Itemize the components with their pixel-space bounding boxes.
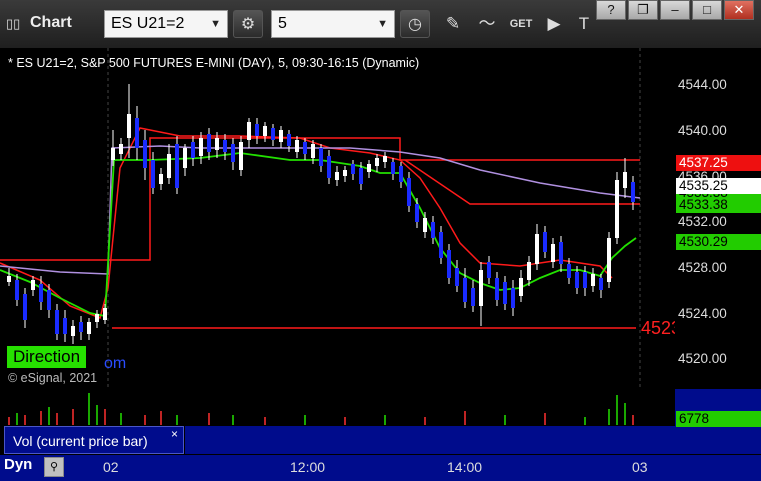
close-button[interactable]: ✕ (724, 0, 754, 20)
chevron-down-icon[interactable]: ▼ (377, 11, 388, 37)
time-label: 12:00 (290, 459, 326, 475)
time-label: 14:00 (447, 459, 483, 475)
copyright-text: © eSignal, 2021 (8, 371, 98, 385)
help-button[interactable]: ? (596, 0, 626, 20)
price-tick: 4544.00 (678, 77, 727, 92)
play-icon[interactable]: ▶ (539, 10, 569, 38)
volume-pane[interactable] (0, 389, 675, 425)
price-tick: 4528.00 (678, 260, 727, 275)
red-step-line-2 (404, 159, 640, 205)
study-icon[interactable]: 〜 (472, 10, 502, 38)
gear-icon[interactable]: ⚙ (233, 10, 263, 38)
chart-header: * ES U21=2, S&P 500 FUTURES E-MINI (DAY)… (8, 56, 420, 70)
direction-url[interactable]: om (104, 355, 126, 373)
price-tick: 4540.00 (678, 123, 727, 138)
restore-button[interactable]: ❐ (628, 0, 658, 20)
interval-combo[interactable]: 5 ▼ (271, 10, 395, 38)
window-title: Chart (30, 14, 72, 31)
interval-value[interactable]: 5 (278, 15, 287, 32)
chart-app-icon: ▯▯ (6, 16, 21, 31)
volume-pane-footer (185, 426, 675, 454)
symbol-value[interactable]: ES U21=2 (111, 15, 184, 32)
volume-close-icon[interactable]: × (171, 427, 178, 441)
lock-icon[interactable]: ⚲ (44, 457, 64, 477)
window-controls: ? ❐ – □ ✕ (596, 0, 756, 22)
candles (7, 84, 635, 344)
symbol-combo[interactable]: ES U21=2 ▼ (104, 10, 228, 38)
minimize-button[interactable]: – (660, 0, 690, 20)
volume-bars (8, 393, 634, 425)
dyn-tab[interactable]: Dyn (4, 456, 32, 473)
time-label: 03 (632, 459, 648, 475)
volume-legend[interactable]: Vol (current price bar) (4, 426, 184, 454)
maximize-button[interactable]: □ (692, 0, 722, 20)
price-tick: 4520.00 (678, 351, 727, 366)
direction-badge: Direction (7, 346, 87, 368)
price-tag-red: 4537.25 (676, 155, 761, 171)
clock-icon[interactable]: ◷ (400, 10, 430, 38)
chart-svg (0, 48, 641, 388)
price-tag-current: 4535.25 (676, 178, 761, 194)
price-tag-green: 4533.38 (676, 197, 761, 213)
volume-tag: 6778 (676, 411, 761, 427)
time-label: 02 (103, 459, 119, 475)
get-icon[interactable]: GET (506, 10, 536, 38)
green-ma-line (0, 152, 637, 318)
price-chart[interactable] (0, 48, 675, 388)
price-tick: 4532.00 (678, 214, 727, 229)
chevron-down-icon[interactable]: ▼ (210, 11, 221, 37)
price-tag-green-2: 4530.29 (676, 234, 761, 250)
text-icon[interactable]: T (569, 10, 599, 38)
pencil-icon[interactable]: ✎ (438, 10, 468, 38)
level-label: 4523 (641, 318, 675, 338)
price-tick: 4524.00 (678, 306, 727, 321)
